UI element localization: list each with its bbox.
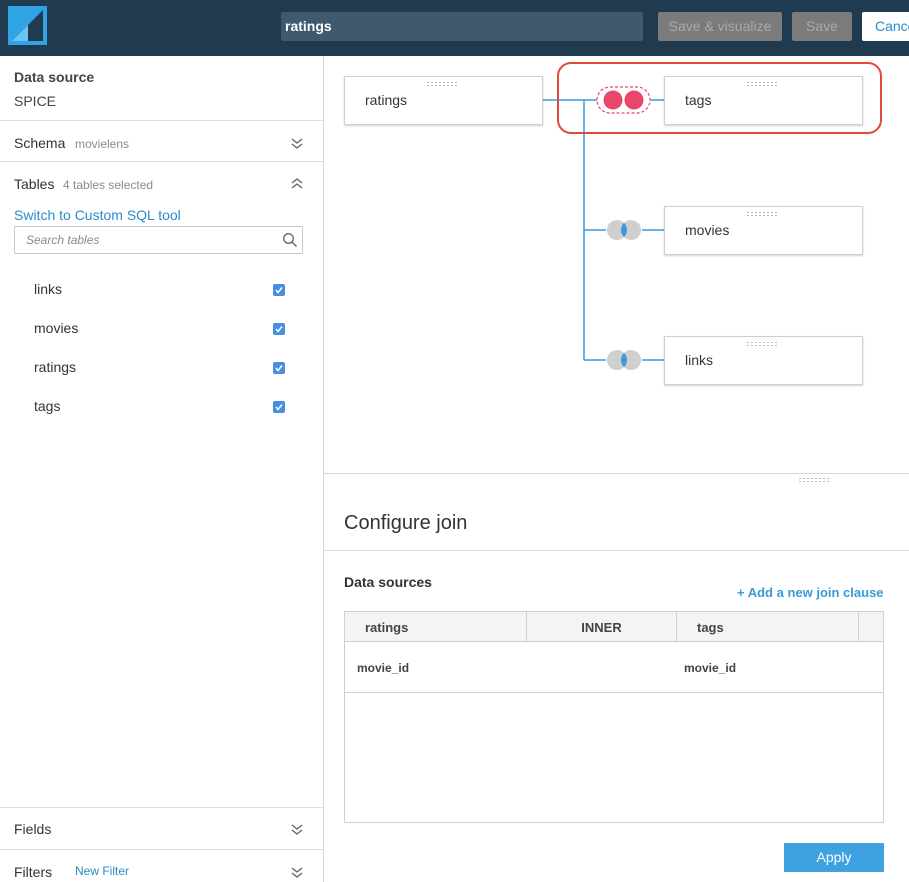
drag-handle-icon[interactable] — [746, 341, 778, 347]
configure-join-title: Configure join — [344, 512, 468, 534]
join-icon-movies[interactable] — [605, 219, 643, 241]
join-clause-row[interactable]: movie_id movie_id — [345, 643, 883, 693]
right-table-column-header: tags — [677, 612, 859, 642]
node-label: movies — [685, 222, 730, 238]
left-join-field[interactable]: movie_id — [357, 661, 409, 675]
right-join-field[interactable]: movie_id — [684, 661, 736, 675]
annotation-highlight-box — [557, 62, 882, 134]
join-type-selector[interactable]: INNER — [527, 612, 677, 642]
filters-section-title[interactable]: Filters — [14, 864, 52, 880]
resize-handle-icon[interactable] — [798, 477, 830, 483]
node-label: ratings — [365, 92, 408, 108]
table-node-movies[interactable]: movies — [664, 206, 863, 255]
join-icon-links[interactable] — [605, 349, 643, 371]
divider — [324, 550, 909, 551]
divider — [0, 807, 323, 808]
drag-handle-icon[interactable] — [426, 81, 458, 87]
apply-button[interactable]: Apply — [784, 843, 884, 872]
node-label: links — [685, 352, 714, 368]
chevron-down-icon[interactable] — [290, 822, 304, 836]
table-node-links[interactable]: links — [664, 336, 863, 385]
left-table-column-header: ratings — [345, 612, 527, 642]
add-join-clause-link[interactable]: + Add a new join clause — [737, 585, 884, 600]
chevron-down-icon[interactable] — [290, 865, 304, 879]
drag-handle-icon[interactable] — [746, 211, 778, 217]
data-sources-label: Data sources — [344, 574, 432, 590]
fields-section-title[interactable]: Fields — [14, 821, 51, 837]
divider — [0, 849, 323, 850]
join-table-header: ratings INNER tags — [345, 612, 883, 642]
new-filter-link[interactable]: New Filter — [75, 864, 129, 878]
panel-divider — [324, 473, 909, 474]
join-clause-table: ratings INNER tags movie_id movie_id — [344, 611, 884, 823]
table-node-ratings[interactable]: ratings — [344, 76, 543, 125]
